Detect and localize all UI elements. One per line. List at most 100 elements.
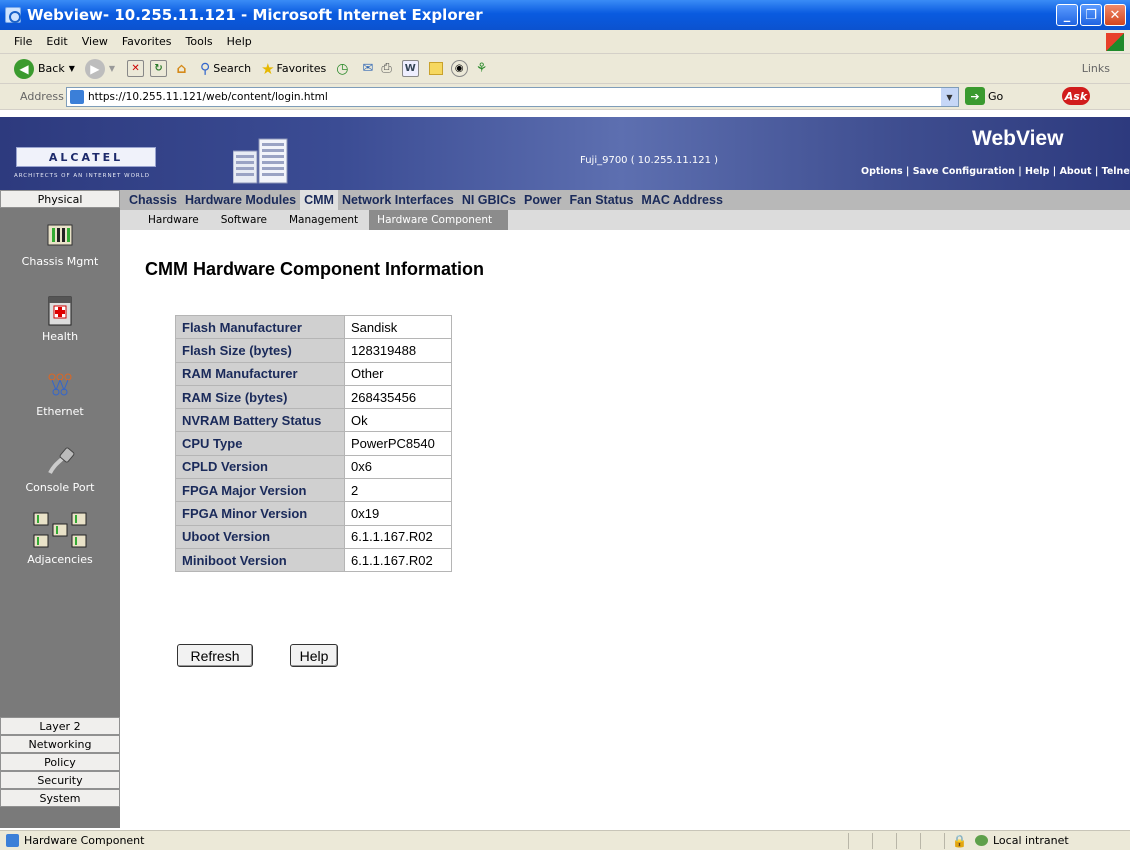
tab-ni-gbics[interactable]: NI GBICs bbox=[458, 190, 520, 210]
row-label: CPU Type bbox=[175, 431, 345, 456]
sidebar: Physical Chassis Mgmt Health Ethernet Co… bbox=[0, 190, 120, 828]
search-icon: ⚲ bbox=[200, 60, 211, 77]
row-value: 2 bbox=[344, 478, 452, 503]
back-button[interactable]: ◀ Back ▼ bbox=[14, 58, 75, 79]
chassis-icon bbox=[43, 218, 77, 252]
window-title: Webview- 10.255.11.121 - Microsoft Inter… bbox=[27, 6, 483, 24]
sidebar-label: Chassis Mgmt bbox=[21, 255, 99, 268]
menu-view[interactable]: View bbox=[75, 35, 115, 48]
go-button[interactable]: ➔ Go bbox=[965, 87, 1003, 105]
address-bar: Address https://10.255.11.121/web/conten… bbox=[0, 84, 1130, 110]
toolbar: ◀ Back ▼ ▶ ▼ ✕ ↻ ⌂ ⚲ Search ★ Favorites … bbox=[0, 54, 1130, 84]
sidebar-item-adjacencies[interactable]: Adjacencies bbox=[0, 510, 120, 566]
row-value: 268435456 bbox=[344, 384, 452, 410]
search-button[interactable]: ⚲ Search bbox=[200, 61, 251, 77]
health-icon bbox=[43, 293, 77, 327]
lock-icon: 🔒 bbox=[952, 834, 967, 848]
search-label: Search bbox=[213, 62, 252, 75]
sidebar-layer2-tab[interactable]: Layer 2 bbox=[0, 717, 120, 735]
intranet-icon bbox=[975, 835, 988, 846]
subtab-software[interactable]: Software bbox=[210, 210, 278, 230]
menu-file[interactable]: File bbox=[0, 35, 39, 48]
address-input[interactable]: https://10.255.11.121/web/content/login.… bbox=[66, 87, 959, 107]
sidebar-security-tab[interactable]: Security bbox=[0, 771, 120, 789]
table-row: NVRAM Battery Status Ok bbox=[175, 408, 452, 433]
sidebar-item-console-port[interactable]: Console Port bbox=[0, 444, 120, 494]
row-label: Uboot Version bbox=[175, 524, 345, 549]
links-label[interactable]: Links bbox=[1082, 62, 1110, 75]
refresh-button[interactable]: Refresh bbox=[177, 644, 253, 667]
row-value: Ok bbox=[344, 408, 452, 433]
tab-power[interactable]: Power bbox=[520, 190, 566, 210]
row-label: Flash Size (bytes) bbox=[175, 338, 345, 363]
sidebar-item-health[interactable]: Health bbox=[0, 293, 120, 343]
tab-hardware-modules[interactable]: Hardware Modules bbox=[181, 190, 300, 210]
help-button[interactable]: Help bbox=[290, 644, 338, 667]
row-label: Miniboot Version bbox=[175, 547, 345, 573]
menu-bar: File Edit View Favorites Tools Help bbox=[0, 30, 1130, 54]
logo-text: ALCATEL bbox=[48, 150, 124, 164]
menu-help[interactable]: Help bbox=[220, 35, 259, 48]
messenger-icon[interactable]: ◉ bbox=[450, 60, 468, 77]
chevron-down-icon: ▼ bbox=[68, 64, 75, 73]
stop-icon[interactable]: ✕ bbox=[127, 60, 145, 77]
table-row: RAM Manufacturer Other bbox=[175, 361, 452, 386]
table-row: Flash Size (bytes) 128319488 bbox=[175, 338, 452, 363]
minimize-button[interactable]: _ bbox=[1056, 4, 1078, 26]
tab-mac-address[interactable]: MAC Address bbox=[637, 190, 727, 210]
mail-icon[interactable]: ✉ bbox=[362, 61, 373, 76]
home-icon[interactable]: ⌂ bbox=[173, 60, 190, 77]
tab-cmm[interactable]: CMM bbox=[300, 190, 338, 210]
main-nav: Chassis Hardware Modules CMM Network Int… bbox=[120, 190, 1130, 210]
sidebar-item-ethernet[interactable]: Ethernet bbox=[0, 368, 120, 418]
row-value: Other bbox=[344, 361, 452, 386]
ask-toolbar-button[interactable]: Ask bbox=[1062, 87, 1090, 105]
ie-icon bbox=[5, 7, 21, 23]
edit-icon[interactable]: W bbox=[401, 60, 419, 77]
divider bbox=[920, 833, 921, 849]
row-value: 128319488 bbox=[344, 338, 452, 363]
row-value: 6.1.1.167.R02 bbox=[344, 524, 452, 549]
sidebar-networking-tab[interactable]: Networking bbox=[0, 735, 120, 753]
folder-icon[interactable] bbox=[428, 62, 443, 75]
tab-network-interfaces[interactable]: Network Interfaces bbox=[338, 190, 458, 210]
row-label: Flash Manufacturer bbox=[175, 314, 345, 340]
webview-banner: ALCATEL ARCHITECTS OF AN INTERNET WORLD … bbox=[0, 117, 1130, 190]
tab-chassis[interactable]: Chassis bbox=[120, 190, 181, 210]
chassis-graphic-icon bbox=[233, 138, 288, 184]
history-icon[interactable]: ◷ bbox=[336, 61, 348, 77]
menu-edit[interactable]: Edit bbox=[39, 35, 74, 48]
sidebar-policy-tab[interactable]: Policy bbox=[0, 753, 120, 771]
sidebar-physical-tab[interactable]: Physical bbox=[0, 190, 120, 208]
favorites-button[interactable]: ★ Favorites bbox=[261, 60, 326, 78]
row-label: NVRAM Battery Status bbox=[175, 408, 345, 433]
sidebar-system-tab[interactable]: System bbox=[0, 789, 120, 807]
subtab-hardware[interactable]: Hardware bbox=[120, 210, 210, 230]
sidebar-item-chassis-mgmt[interactable]: Chassis Mgmt bbox=[0, 218, 120, 268]
table-row: Flash Manufacturer Sandisk bbox=[175, 314, 452, 340]
sidebar-label: Ethernet bbox=[36, 405, 84, 418]
chevron-down-icon[interactable]: ▼ bbox=[941, 88, 958, 106]
close-button[interactable]: ✕ bbox=[1104, 4, 1126, 26]
address-url: https://10.255.11.121/web/content/login.… bbox=[88, 91, 328, 103]
subtab-hardware-component[interactable]: Hardware Component bbox=[369, 210, 509, 230]
sidebar-label: Console Port bbox=[25, 481, 95, 494]
row-value: Sandisk bbox=[344, 314, 452, 340]
menu-tools[interactable]: Tools bbox=[179, 35, 220, 48]
security-zone-label: Local intranet bbox=[993, 834, 1069, 847]
research-icon[interactable]: ⚘ bbox=[476, 61, 488, 76]
row-label: CPLD Version bbox=[175, 454, 345, 480]
forward-button[interactable]: ▶ ▼ bbox=[84, 58, 115, 79]
menu-favorites[interactable]: Favorites bbox=[115, 35, 179, 48]
subtab-management[interactable]: Management bbox=[278, 210, 369, 230]
refresh-icon[interactable]: ↻ bbox=[150, 60, 168, 77]
print-icon[interactable]: ⎙ bbox=[381, 61, 391, 76]
ask-label: Ask bbox=[1064, 89, 1088, 103]
maximize-button[interactable]: ❐ bbox=[1080, 4, 1102, 26]
row-label: FPGA Major Version bbox=[175, 478, 345, 503]
divider bbox=[944, 833, 945, 849]
table-row: CPU Type PowerPC8540 bbox=[175, 431, 452, 456]
banner-links[interactable]: Options | Save Configuration | Help | Ab… bbox=[861, 166, 1130, 177]
product-name: WebView bbox=[972, 127, 1064, 150]
tab-fan-status[interactable]: Fan Status bbox=[566, 190, 638, 210]
